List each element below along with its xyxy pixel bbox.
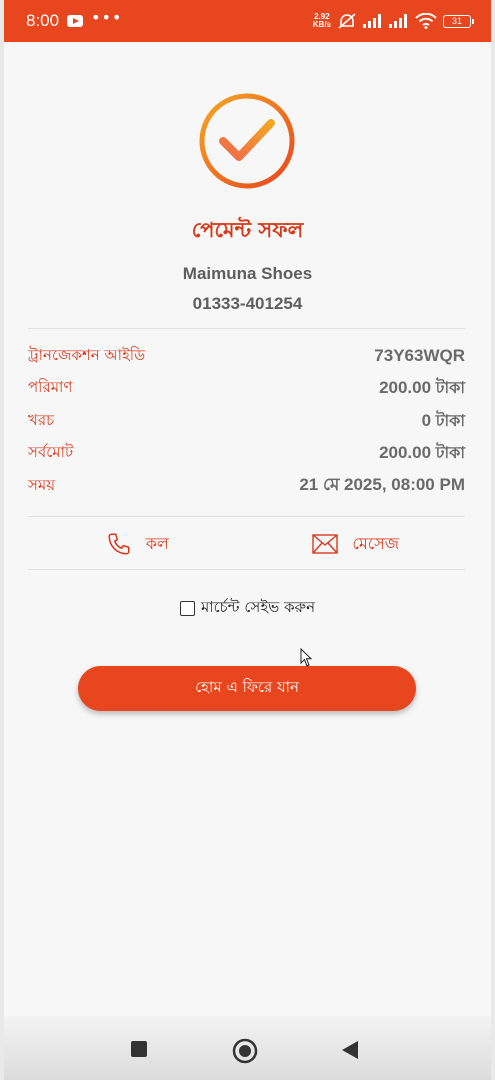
back-triangle-icon[interactable] bbox=[341, 1040, 359, 1060]
detail-label: খরচ bbox=[28, 410, 55, 429]
detail-label: সময় bbox=[28, 475, 56, 494]
divider bbox=[28, 516, 465, 517]
message-label: মেসেজ bbox=[352, 533, 400, 553]
app-screen: 8:00 ••• 2.92 KB/s 31 পেমেন্ট সফল Maimun… bbox=[4, 0, 491, 1080]
message-button[interactable]: মেসেজ bbox=[247, 525, 466, 563]
recents-square-icon[interactable] bbox=[130, 1040, 148, 1058]
detail-row-time: সময় 21 মে 2025, 08:00 PM bbox=[28, 470, 465, 503]
success-check-icon bbox=[199, 93, 295, 189]
detail-value: 21 মে 2025, 08:00 PM bbox=[299, 475, 465, 495]
detail-value: 73Y63WQR bbox=[374, 346, 465, 366]
signal-icon bbox=[389, 14, 407, 28]
status-time: 8:00 bbox=[26, 11, 60, 30]
call-label: কল bbox=[145, 533, 169, 553]
battery-icon: 31 bbox=[443, 14, 474, 28]
transaction-details: ট্রানজেকশন আইডি 73Y63WQR পরিমাণ 200.00 ট… bbox=[28, 340, 465, 503]
detail-value: 200.00 টাকা bbox=[379, 443, 465, 463]
go-home-button[interactable]: হোম এ ফিরে যান bbox=[78, 666, 416, 711]
status-bar: 8:00 ••• 2.92 KB/s 31 bbox=[4, 0, 491, 42]
merchant-name: Maimuna Shoes bbox=[182, 264, 313, 283]
merchant-phone: 01333-401254 bbox=[192, 294, 303, 313]
detail-value: 0 টাকা bbox=[421, 410, 465, 430]
save-merchant-checkbox[interactable] bbox=[179, 601, 195, 616]
detail-value: 200.00 টাকা bbox=[379, 378, 465, 398]
more-notifications-icon: ••• bbox=[91, 8, 123, 27]
save-merchant-label: মার্চেন্ট সেইভ করুন bbox=[200, 598, 316, 616]
detail-label: সর্বমোট bbox=[28, 443, 74, 462]
save-merchant-option[interactable]: মার্চেন্ট সেইভ করুন bbox=[4, 596, 491, 621]
detail-row-charge: খরচ 0 টাকা bbox=[28, 405, 465, 438]
divider bbox=[28, 569, 465, 570]
call-button[interactable]: কল bbox=[28, 525, 247, 563]
network-speed: 2.92 KB/s bbox=[312, 12, 331, 29]
wifi-icon bbox=[415, 13, 437, 29]
detail-row-amount: পরিমাণ 200.00 টাকা bbox=[28, 373, 465, 406]
detail-label: পরিমাণ bbox=[28, 378, 73, 397]
system-nav-bar bbox=[4, 1016, 491, 1080]
alarm-off-icon bbox=[338, 13, 356, 29]
mouse-cursor-icon bbox=[300, 648, 313, 667]
phone-icon bbox=[108, 533, 130, 555]
detail-row-total: সর্বমোট 200.00 টাকা bbox=[28, 438, 465, 471]
payment-success-title: পেমেন্ট সফল bbox=[191, 218, 304, 242]
detail-label: ট্রানজেকশন আইডি bbox=[28, 345, 146, 364]
detail-row-transaction-id: ট্রানজেকশন আইডি 73Y63WQR bbox=[28, 340, 465, 373]
youtube-icon bbox=[67, 15, 84, 27]
divider bbox=[28, 328, 465, 329]
home-circle-icon[interactable] bbox=[232, 1038, 258, 1064]
mail-icon bbox=[312, 534, 339, 554]
signal-icon bbox=[363, 14, 381, 28]
contact-actions: কল মেসেজ bbox=[28, 525, 465, 563]
